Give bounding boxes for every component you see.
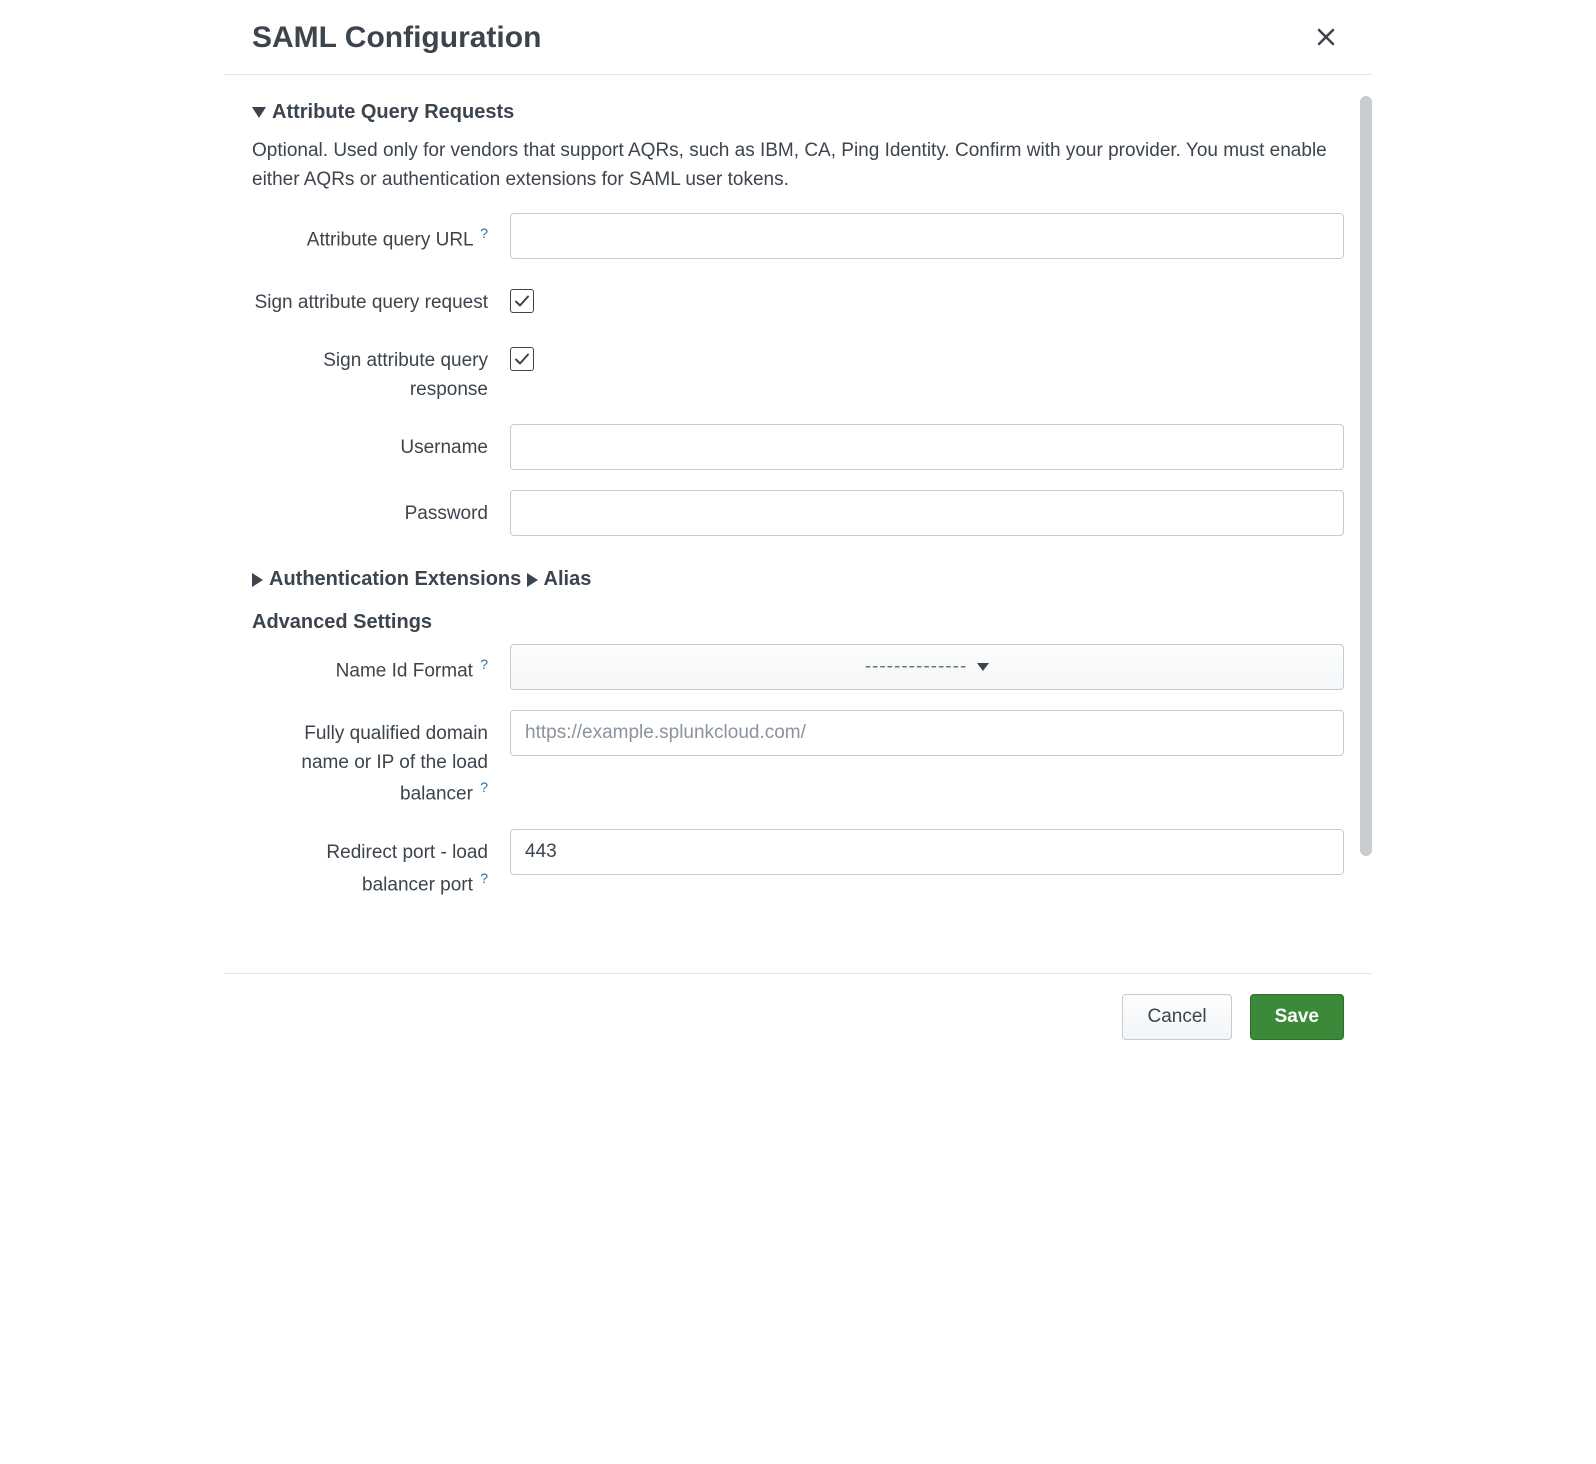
row-name-id-format: Name Id Format ? --------------	[252, 644, 1344, 690]
row-sign-response: Sign attribute query response	[252, 337, 1344, 404]
fqdn-input[interactable]	[510, 710, 1344, 756]
modal-body: Attribute Query Requests Optional. Used …	[224, 75, 1372, 973]
section-toggle-alias[interactable]: Alias	[527, 568, 592, 591]
section-desc-aqr: Optional. Used only for vendors that sup…	[252, 136, 1344, 195]
label-fqdn: Fully qualified domain name or IP of the…	[252, 710, 510, 809]
name-id-format-value: --------------	[865, 656, 968, 678]
close-icon	[1316, 27, 1336, 47]
close-button[interactable]	[1308, 20, 1344, 56]
modal-footer: Cancel Save	[224, 973, 1372, 1060]
label-password: Password	[252, 490, 510, 529]
sign-response-checkbox[interactable]	[510, 347, 534, 371]
chevron-down-icon	[977, 663, 989, 671]
label-username: Username	[252, 424, 510, 463]
cancel-button[interactable]: Cancel	[1122, 994, 1231, 1040]
label-redirect-port: Redirect port - load balancer port ?	[252, 829, 510, 899]
caret-right-icon	[527, 573, 538, 587]
sign-request-checkbox[interactable]	[510, 289, 534, 313]
row-username: Username	[252, 424, 1344, 470]
username-input[interactable]	[510, 424, 1344, 470]
password-input[interactable]	[510, 490, 1344, 536]
row-redirect-port: Redirect port - load balancer port ?	[252, 829, 1344, 899]
help-icon[interactable]: ?	[480, 779, 488, 795]
help-icon[interactable]: ?	[480, 656, 488, 672]
label-sign-request: Sign attribute query request	[252, 279, 510, 318]
scrollbar[interactable]	[1360, 96, 1372, 856]
section-title-advanced: Advanced Settings	[252, 611, 1344, 634]
label-attribute-query-url: Attribute query URL ?	[252, 213, 510, 255]
row-sign-request: Sign attribute query request	[252, 279, 1344, 318]
help-icon[interactable]: ?	[480, 225, 488, 241]
row-password: Password	[252, 490, 1344, 536]
saml-config-modal: SAML Configuration Attribute Query Reque…	[224, 0, 1372, 1060]
section-title-alias: Alias	[544, 568, 592, 591]
modal-header: SAML Configuration	[224, 0, 1372, 75]
modal-title: SAML Configuration	[252, 21, 541, 55]
check-icon	[514, 293, 530, 309]
redirect-port-input[interactable]	[510, 829, 1344, 875]
row-attribute-query-url: Attribute query URL ?	[252, 213, 1344, 259]
name-id-format-select[interactable]: --------------	[510, 644, 1344, 690]
save-button[interactable]: Save	[1250, 994, 1344, 1040]
section-toggle-aqr[interactable]: Attribute Query Requests	[252, 101, 514, 124]
caret-right-icon	[252, 573, 263, 587]
label-name-id-format: Name Id Format ?	[252, 644, 510, 686]
caret-down-icon	[252, 107, 266, 118]
section-toggle-auth-ext[interactable]: Authentication Extensions	[252, 568, 521, 591]
row-fqdn: Fully qualified domain name or IP of the…	[252, 710, 1344, 809]
section-title-aqr: Attribute Query Requests	[272, 101, 514, 124]
section-title-auth-ext: Authentication Extensions	[269, 568, 521, 591]
label-sign-response: Sign attribute query response	[252, 337, 510, 404]
attribute-query-url-input[interactable]	[510, 213, 1344, 259]
help-icon[interactable]: ?	[480, 870, 488, 886]
check-icon	[514, 351, 530, 367]
